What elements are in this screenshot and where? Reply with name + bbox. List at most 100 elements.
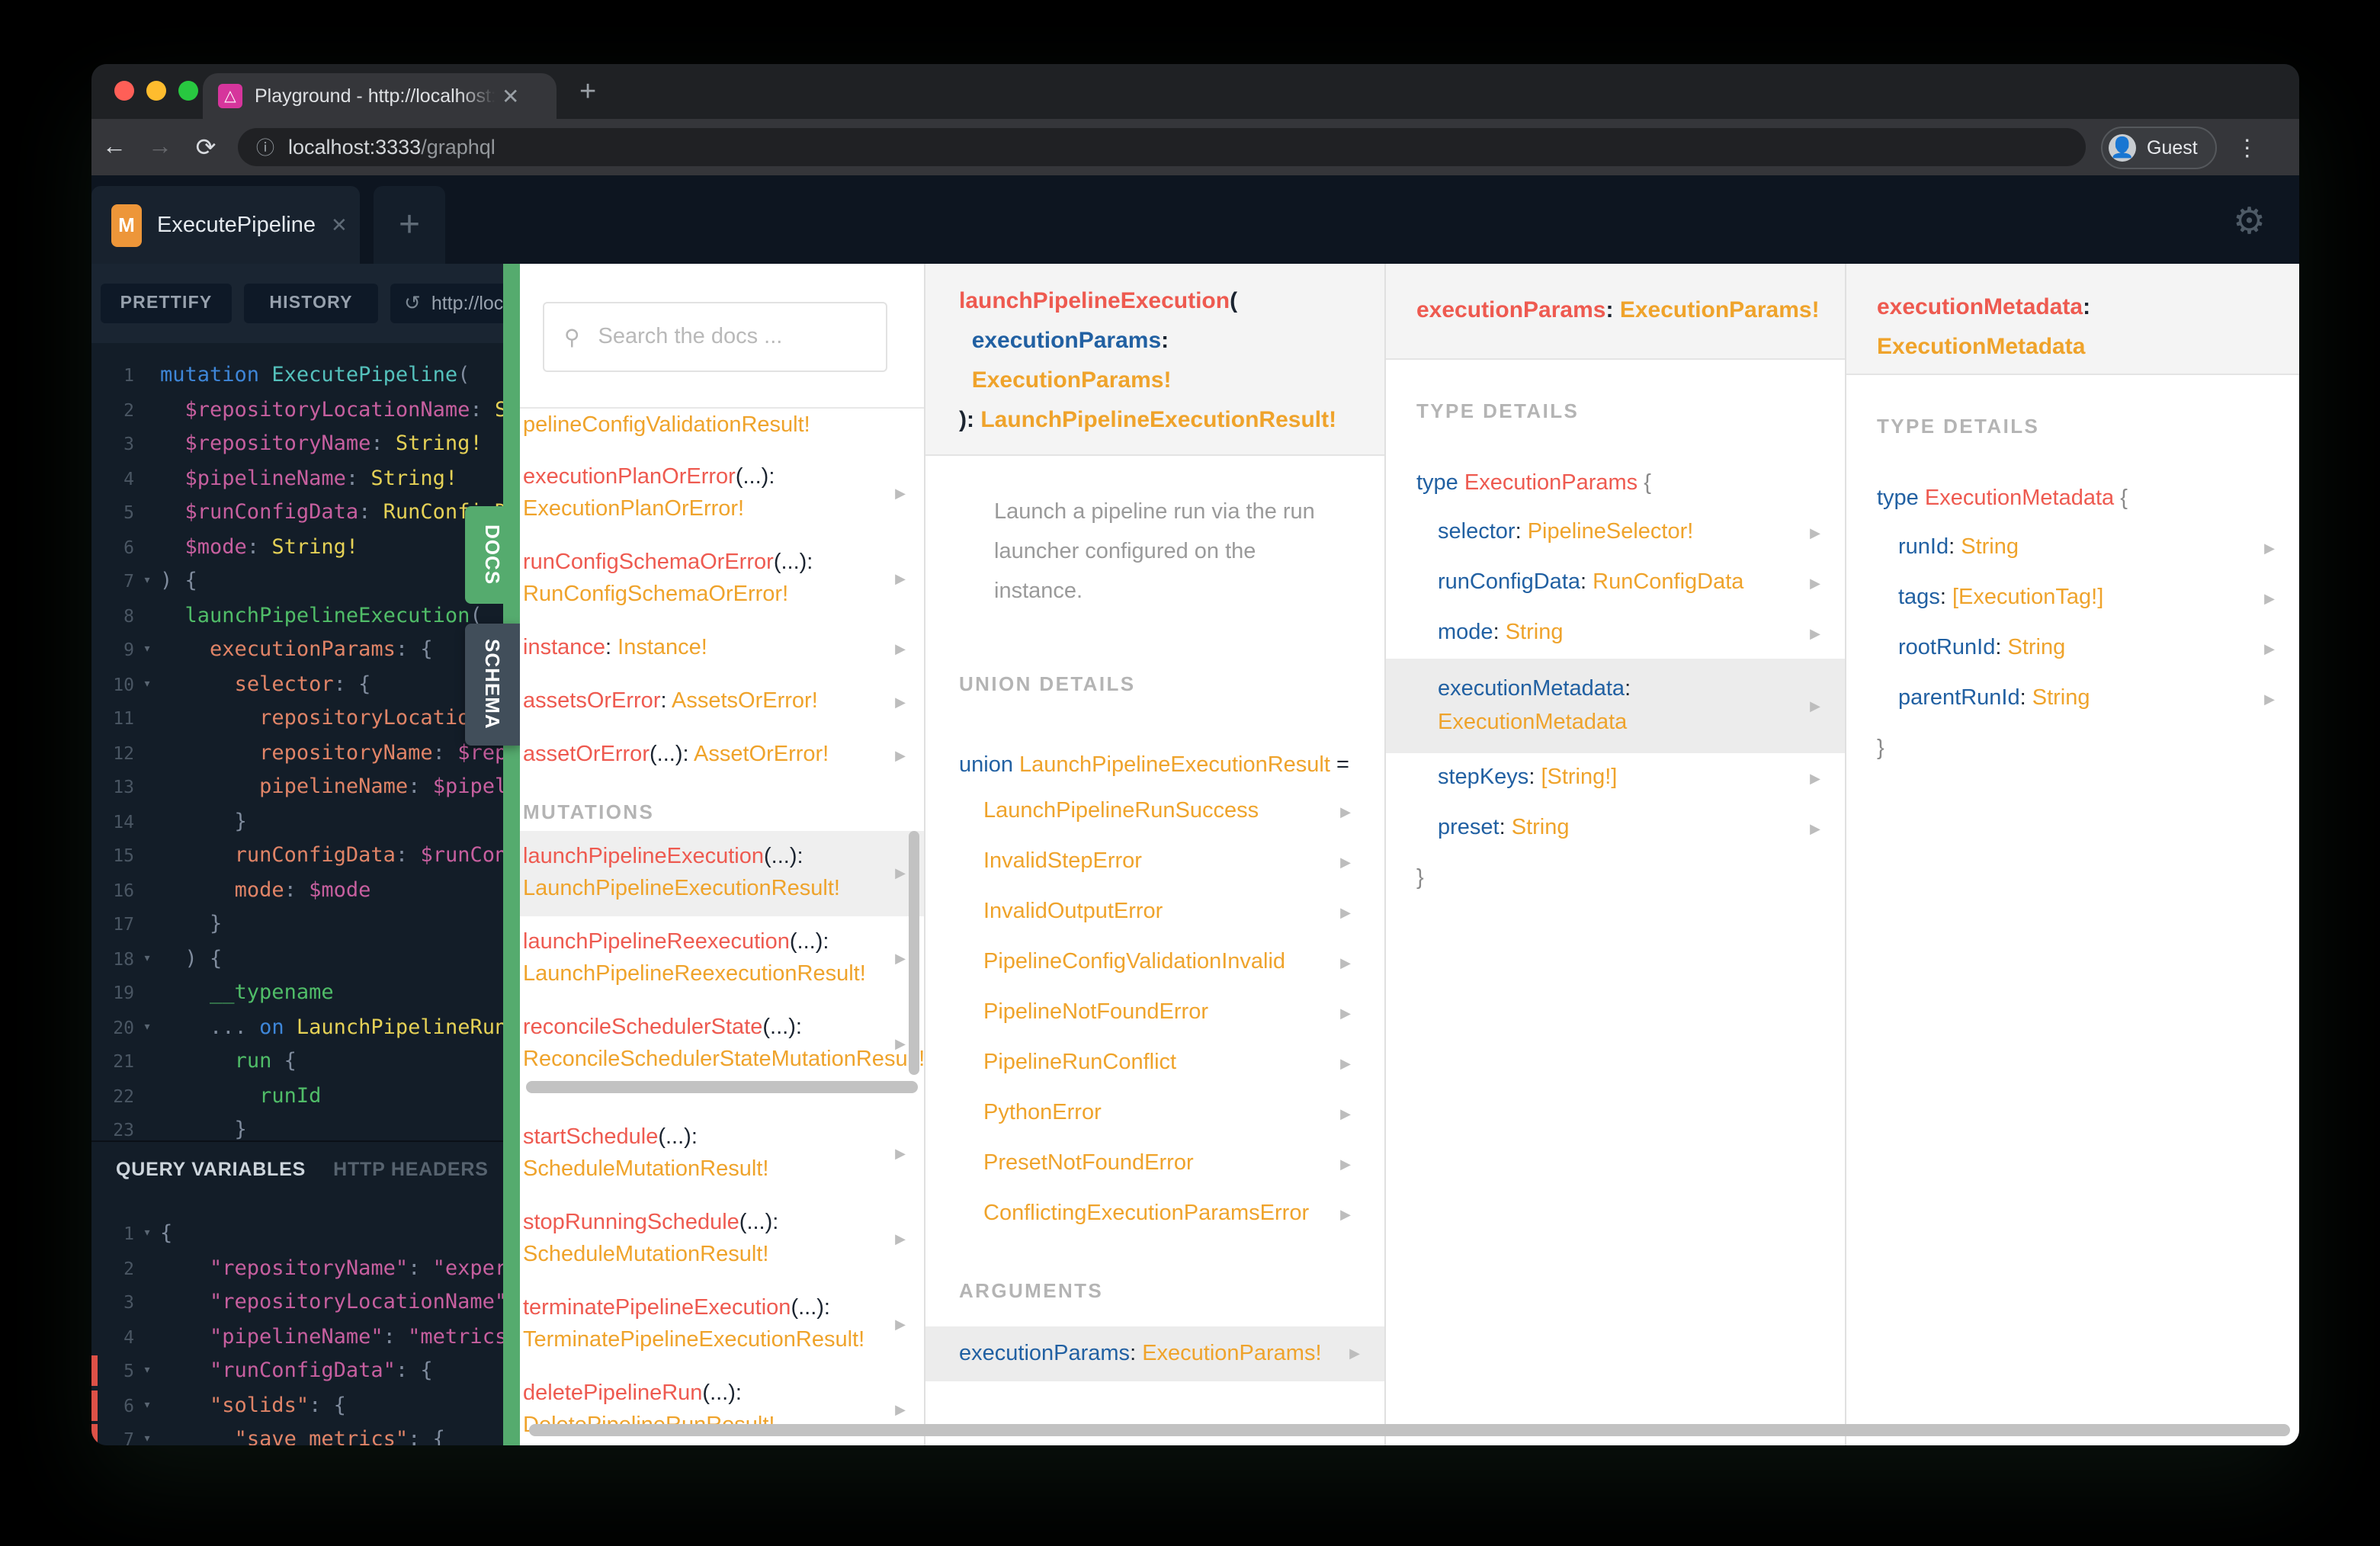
tab-query-variables[interactable]: QUERY VARIABLES	[116, 1159, 306, 1180]
code-line[interactable]: 6 ▾ "solids": {	[91, 1388, 503, 1423]
code-line[interactable]: 12 repositoryName: $repositoryName	[91, 736, 503, 770]
kebab-menu-icon[interactable]: ⋮	[2236, 133, 2259, 161]
fold-arrow-icon[interactable]: ▾	[134, 941, 160, 976]
fold-arrow-icon[interactable]: ▾	[134, 1354, 160, 1388]
code-line[interactable]: 21 run {	[91, 1044, 503, 1079]
union-member[interactable]: PipelineConfigValidationInvalid ▶	[925, 938, 1384, 988]
code-line[interactable]: 6 $mode: String!	[91, 530, 503, 564]
code-line[interactable]: 9 ▾ executionParams: {	[91, 633, 503, 667]
url-bar[interactable]: ⓘ localhost:3333/graphql	[238, 128, 2086, 166]
code-line[interactable]: 4 $pipelineName: String!	[91, 461, 503, 496]
horizontal-scrollbar-thumb[interactable]	[526, 1081, 918, 1093]
tab-close-icon[interactable]: ✕	[502, 83, 519, 109]
docs-list-item[interactable]: startSchedule(...): ScheduleMutationResul…	[520, 1111, 924, 1197]
endpoint-input[interactable]: ↺ http://loc	[390, 284, 503, 323]
code-line[interactable]: 18 ▾ ) {	[91, 941, 503, 976]
code-line[interactable]: 1 ▾{	[91, 1217, 503, 1251]
traffic-light-close-icon[interactable]	[114, 81, 134, 101]
docs-horizontal-scrollbar[interactable]	[529, 1424, 2290, 1436]
type-field-row[interactable]: preset: String ▶	[1386, 803, 1845, 854]
code-line[interactable]: 7 ▾ "save_metrics": {	[91, 1423, 503, 1445]
code-line[interactable]: 19 __typename	[91, 976, 503, 1010]
docs-list-item-partial[interactable]: pelineConfigValidationResult!	[520, 407, 924, 451]
docs-list-item[interactable]: reconcileSchedulerState(...): ReconcileSc…	[520, 1002, 924, 1087]
union-member[interactable]: InvalidStepError ▶	[925, 837, 1384, 887]
endpoint-reload-icon[interactable]: ↺	[404, 292, 421, 315]
browser-tab[interactable]: △ Playground - http://localhost:3 ✕	[203, 73, 557, 119]
code-line[interactable]: 17 }	[91, 907, 503, 941]
playground-add-tab-button[interactable]: +	[374, 186, 445, 264]
docs-list-item[interactable]: terminatePipelineExecution(...): Terminat…	[520, 1282, 924, 1368]
tab-http-headers[interactable]: HTTP HEADERS	[333, 1159, 489, 1180]
code-line[interactable]: 3 "repositoryLocationName":	[91, 1285, 503, 1320]
reload-icon[interactable]: ⟳	[183, 132, 229, 162]
docs-list-item[interactable]: assetOrError(...): AssetOrError! ▶	[520, 729, 924, 782]
code-line[interactable]: 22 runId	[91, 1079, 503, 1113]
code-line[interactable]: 16 mode: $mode	[91, 873, 503, 907]
docs-list-item[interactable]: launchPipelineExecution(...): LaunchPipel…	[520, 831, 924, 916]
vertical-scrollbar-thumb[interactable]	[909, 831, 919, 1075]
profile-button[interactable]: 👤 Guest	[2101, 126, 2218, 168]
code-line[interactable]: 20▾ ... on LaunchPipelineRunSuccess {	[91, 1010, 503, 1044]
search-box[interactable]: ⚲	[543, 302, 887, 372]
type-field-row[interactable]: selector: PipelineSelector! ▶	[1386, 508, 1845, 558]
code-line[interactable]: 4 "pipelineName": "metrics	[91, 1320, 503, 1354]
code-line[interactable]: 3 $repositoryName: String!	[91, 427, 503, 461]
code-line[interactable]: 2 $repositoryLocationName: String!	[91, 393, 503, 427]
type-field-row[interactable]: stepKeys: [String!] ▶	[1386, 753, 1845, 803]
docs-list-item[interactable]: launchPipelineReexecution(...): LaunchPip…	[520, 916, 924, 1002]
fold-arrow-icon[interactable]: ▾	[134, 564, 160, 598]
docs-list-item[interactable]: executionPlanOrError(...): ExecutionPlanO…	[520, 451, 924, 537]
back-icon[interactable]: ←	[91, 133, 137, 161]
docs-divider[interactable]	[503, 264, 520, 1445]
docs-list-item[interactable]: runConfigSchemaOrError(...): RunConfigSch…	[520, 537, 924, 622]
gear-icon[interactable]: ⚙	[2233, 200, 2266, 242]
playground-tab-close-icon[interactable]: ✕	[331, 213, 348, 237]
type-field-row[interactable]: executionMetadata: ExecutionMetadata ▶	[1386, 659, 1845, 753]
code-line[interactable]: 10 ▾ selector: {	[91, 667, 503, 701]
type-field-row[interactable]: mode: String ▶	[1386, 608, 1845, 659]
fold-arrow-icon[interactable]: ▾	[134, 633, 160, 667]
code-line[interactable]: 7 ▾) {	[91, 564, 503, 598]
type-field-row[interactable]: parentRunId: String ▶	[1846, 674, 2299, 724]
docs-list-item[interactable]: instance: Instance! ▶	[520, 622, 924, 675]
code-line[interactable]: 11 repositoryLocationName: $repositoryLo…	[91, 701, 503, 736]
type-field-row[interactable]: rootRunId: String ▶	[1846, 624, 2299, 674]
union-member[interactable]: ConflictingExecutionParamsError ▶	[925, 1189, 1384, 1240]
type-field-row[interactable]: runId: String ▶	[1846, 523, 2299, 573]
code-line[interactable]: 14 }	[91, 804, 503, 839]
traffic-light-minimize-icon[interactable]	[146, 81, 166, 101]
search-input[interactable]	[595, 323, 861, 351]
fold-arrow-icon[interactable]: ▾	[134, 1010, 160, 1044]
code-line[interactable]: 1 mutation ExecutePipeline(	[91, 358, 503, 393]
union-member[interactable]: LaunchPipelineRunSuccess ▶	[925, 787, 1384, 837]
traffic-light-zoom-icon[interactable]	[178, 81, 198, 101]
type-field-row[interactable]: tags: [ExecutionTag!] ▶	[1846, 573, 2299, 624]
query-variables-editor[interactable]: 1 ▾{2 "repositoryName": "exper 3 "reposito…	[91, 1195, 503, 1445]
playground-tab-executepipeline[interactable]: M ExecutePipeline ✕	[91, 186, 360, 264]
fold-arrow-icon[interactable]: ▾	[134, 1388, 160, 1423]
fold-arrow-icon[interactable]: ▾	[134, 667, 160, 701]
code-line[interactable]: 5 $runConfigData: RunConfigData	[91, 496, 503, 530]
new-tab-icon[interactable]: +	[579, 76, 596, 110]
docs-list-item[interactable]: stopRunningSchedule(...): ScheduleMutatio…	[520, 1197, 924, 1282]
argument-row-selected[interactable]: executionParams: ExecutionParams! ▶	[925, 1326, 1384, 1381]
union-member[interactable]: InvalidOutputError ▶	[925, 887, 1384, 938]
union-member[interactable]: PipelineNotFoundError ▶	[925, 988, 1384, 1038]
type-field-row[interactable]: runConfigData: RunConfigData ▶	[1386, 558, 1845, 608]
code-line[interactable]: 5 ▾ "runConfigData": {	[91, 1354, 503, 1388]
query-code-editor[interactable]: 1 mutation ExecutePipeline(2 $repositoryL…	[91, 343, 503, 1156]
history-button[interactable]: HISTORY	[244, 284, 378, 323]
union-member[interactable]: PipelineRunConflict ▶	[925, 1038, 1384, 1089]
docs-side-tab[interactable]: DOCS	[465, 506, 520, 604]
code-line[interactable]: 2 "repositoryName": "exper	[91, 1251, 503, 1285]
union-member[interactable]: PresetNotFoundError ▶	[925, 1139, 1384, 1189]
code-line[interactable]: 13 pipelineName: $pipelineName	[91, 770, 503, 804]
code-line[interactable]: 15 runConfigData: $runConfigData	[91, 839, 503, 873]
info-icon[interactable]: ⓘ	[256, 134, 274, 160]
union-member[interactable]: PythonError ▶	[925, 1089, 1384, 1139]
docs-list-item[interactable]: assetsOrError: AssetsOrError! ▶	[520, 675, 924, 729]
schema-side-tab[interactable]: SCHEMA	[465, 624, 520, 746]
prettify-button[interactable]: PRETTIFY	[101, 284, 232, 323]
code-line[interactable]: 8 launchPipelineExecution(	[91, 598, 503, 633]
